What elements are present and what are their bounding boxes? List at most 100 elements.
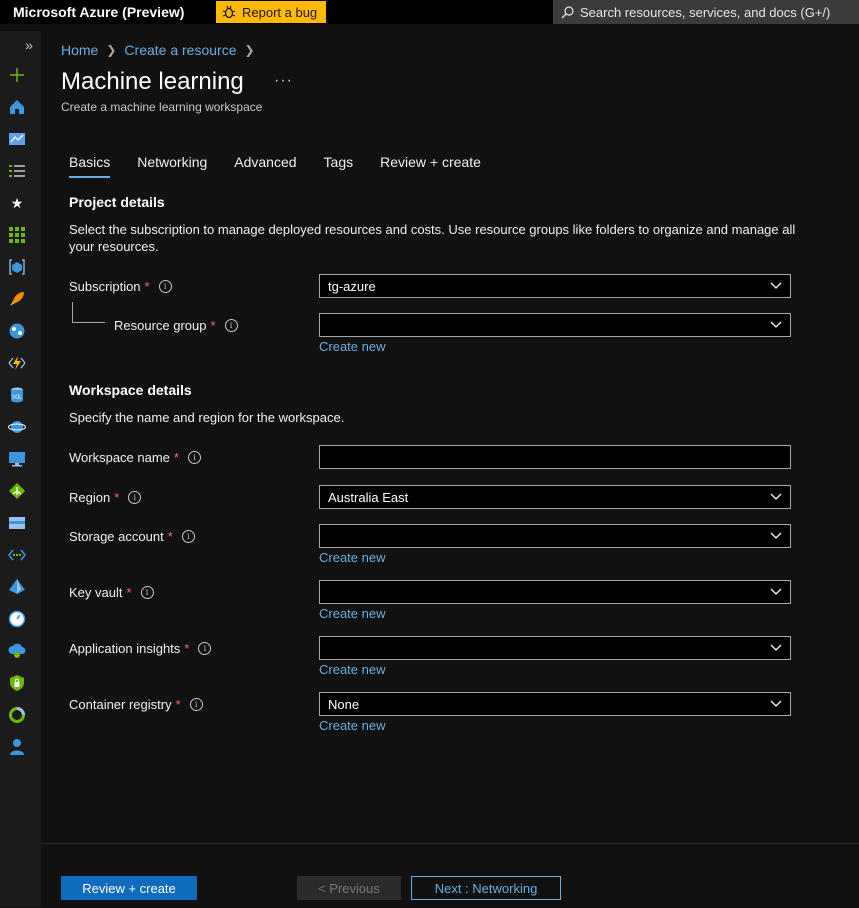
chevron-down-icon	[770, 493, 782, 500]
virtual-machine-icon[interactable]	[8, 450, 26, 468]
azure-ad-icon[interactable]	[8, 578, 26, 596]
previous-button[interactable]: < Previous	[297, 876, 401, 900]
home-icon[interactable]	[8, 98, 26, 116]
application-insights-label: Application insights * i	[69, 641, 212, 656]
resource-group-dropdown[interactable]	[319, 313, 791, 337]
report-bug-button[interactable]: Report a bug	[216, 1, 327, 23]
region-label: Region * i	[69, 490, 142, 505]
all-services-icon[interactable]	[8, 162, 26, 180]
storage-account-dropdown[interactable]	[319, 524, 791, 548]
resource-group-label-text: Resource group	[114, 318, 207, 333]
security-center-icon[interactable]	[8, 674, 26, 692]
search-icon	[561, 5, 574, 18]
workspace-name-label-text: Workspace name	[69, 450, 170, 465]
key-vault-label: Key vault * i	[69, 585, 154, 600]
info-icon[interactable]: i	[224, 319, 238, 332]
svg-text:SQL: SQL	[12, 395, 22, 401]
page-title: Machine learning	[61, 68, 244, 95]
portal-brand[interactable]: Microsoft Azure (Preview)	[13, 4, 216, 20]
report-bug-label: Report a bug	[242, 4, 318, 20]
tree-connector	[72, 302, 73, 323]
create-resource-icon[interactable]	[8, 66, 26, 84]
key-vault-label-text: Key vault	[69, 585, 123, 600]
chevron-down-icon	[770, 282, 782, 289]
page-subtitle: Create a machine learning workspace	[61, 100, 263, 114]
favorites-icon[interactable]: ★	[8, 194, 26, 212]
sql-database-icon[interactable]: SQL	[8, 386, 26, 404]
tab-basics[interactable]: Basics	[69, 154, 111, 178]
info-icon[interactable]: i	[187, 451, 201, 464]
monitor-icon[interactable]	[8, 610, 26, 628]
workspace-name-label: Workspace name * i	[69, 450, 201, 465]
required-marker: *	[175, 697, 181, 712]
chevron-down-icon	[770, 588, 782, 595]
cosmos-icon[interactable]	[8, 418, 26, 436]
required-marker: *	[167, 529, 173, 544]
required-marker: *	[173, 450, 179, 465]
workspace-name-input[interactable]	[319, 445, 791, 469]
key-vault-dropdown[interactable]	[319, 580, 791, 604]
bug-icon	[222, 5, 236, 19]
chevron-down-icon	[770, 700, 782, 707]
breadcrumb-create-resource[interactable]: Create a resource	[124, 42, 236, 58]
tree-connector	[72, 322, 105, 323]
container-registry-label-text: Container registry	[69, 697, 172, 712]
dashboard-icon[interactable]	[8, 130, 26, 148]
info-icon[interactable]: i	[128, 491, 142, 504]
subscription-label-text: Subscription	[69, 279, 141, 294]
create-new-storage-account-link[interactable]: Create new	[319, 550, 385, 565]
create-new-key-vault-link[interactable]: Create new	[319, 606, 385, 621]
review-create-button[interactable]: Review + create	[61, 876, 197, 900]
app-services-icon[interactable]	[8, 290, 26, 308]
tab-networking[interactable]: Networking	[137, 154, 207, 178]
region-label-text: Region	[69, 490, 111, 505]
required-marker: *	[210, 318, 216, 333]
all-resources-icon[interactable]	[8, 226, 26, 244]
subscription-label: Subscription * i	[69, 279, 172, 294]
breadcrumb-home[interactable]: Home	[61, 42, 98, 58]
cost-management-icon[interactable]	[8, 706, 26, 724]
storage-account-label-text: Storage account	[69, 529, 164, 544]
top-bar: Microsoft Azure (Preview) Report a bug S…	[0, 0, 859, 24]
workspace-details-description: Specify the name and region for the work…	[69, 410, 345, 425]
breadcrumb: Home ❯ Create a resource ❯	[61, 42, 255, 58]
help-support-icon[interactable]	[8, 738, 26, 756]
chevron-down-icon	[770, 321, 782, 328]
storage-account-icon[interactable]	[8, 514, 26, 532]
advisor-icon[interactable]	[8, 642, 26, 660]
wizard-tabs: Basics Networking Advanced Tags Review +…	[69, 154, 508, 178]
more-options-icon[interactable]: ···	[274, 72, 293, 90]
tab-tags[interactable]: Tags	[324, 154, 354, 178]
create-new-container-registry-link[interactable]: Create new	[319, 718, 385, 733]
container-registry-dropdown[interactable]: None	[319, 692, 791, 716]
function-app-icon[interactable]	[8, 354, 26, 372]
storage-account-label: Storage account * i	[69, 529, 195, 544]
info-icon[interactable]: i	[198, 642, 212, 655]
next-networking-button[interactable]: Next : Networking	[411, 876, 561, 900]
application-insights-dropdown[interactable]	[319, 636, 791, 660]
region-value: Australia East	[328, 489, 409, 505]
resource-groups-icon[interactable]	[8, 258, 26, 276]
virtual-network-icon[interactable]	[8, 546, 26, 564]
project-details-description: Select the subscription to manage deploy…	[69, 222, 796, 254]
workspace-details-heading: Workspace details	[69, 382, 192, 398]
required-marker: *	[184, 641, 190, 656]
required-marker: *	[114, 490, 120, 505]
chevron-down-icon	[770, 532, 782, 539]
load-balancer-icon[interactable]	[8, 482, 26, 500]
global-search-box[interactable]: Search resources, services, and docs (G+…	[553, 0, 859, 24]
tab-advanced[interactable]: Advanced	[234, 154, 296, 178]
create-new-application-insights-link[interactable]: Create new	[319, 662, 385, 677]
info-icon[interactable]: i	[181, 530, 195, 543]
info-icon[interactable]: i	[158, 280, 172, 293]
region-dropdown[interactable]: Australia East	[319, 485, 791, 509]
info-icon[interactable]: i	[189, 698, 203, 711]
tab-review-create[interactable]: Review + create	[380, 154, 481, 178]
cosmos-db-icon[interactable]	[8, 322, 26, 340]
subscription-dropdown[interactable]: tg-azure	[319, 274, 791, 298]
project-details-heading: Project details	[69, 194, 165, 210]
chevron-double-right-icon[interactable]: »	[20, 36, 38, 54]
create-new-resource-group-link[interactable]: Create new	[319, 339, 385, 354]
info-icon[interactable]: i	[140, 586, 154, 599]
container-registry-value: None	[328, 696, 360, 712]
